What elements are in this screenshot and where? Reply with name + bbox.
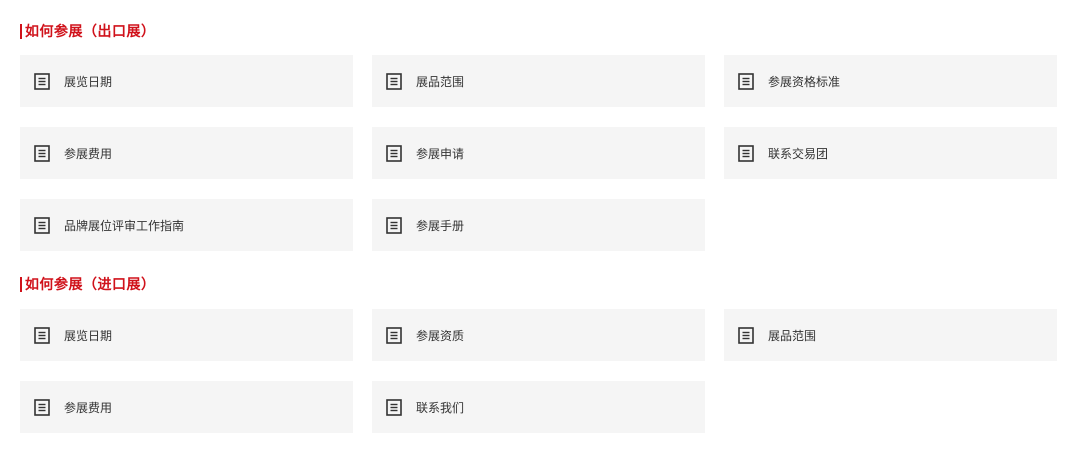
document-icon [738, 144, 754, 162]
link-card-import-product-scope[interactable]: 展品范围 [724, 309, 1057, 361]
document-icon [34, 216, 50, 234]
link-card-label: 展览日期 [64, 74, 113, 89]
link-card-label: 参展资质 [416, 328, 465, 343]
section-title-text: 如何参展（出口展） [25, 24, 156, 40]
document-icon [738, 72, 754, 90]
link-card-label: 联系交易团 [768, 146, 829, 161]
link-card-label: 参展资格标准 [768, 74, 841, 89]
document-icon [34, 326, 50, 344]
document-icon [386, 326, 402, 344]
link-card-import-fees[interactable]: 参展费用 [20, 381, 353, 433]
document-icon [34, 72, 50, 90]
section-title-export: 如何参展（出口展） [20, 22, 156, 40]
link-card-label: 展品范围 [768, 328, 817, 343]
section-title-text: 如何参展（进口展） [25, 277, 156, 293]
document-icon [386, 72, 402, 90]
document-icon [34, 398, 50, 416]
link-card-label: 参展申请 [416, 146, 465, 161]
export-links-grid: 展览日期 展品范围 参展资格标准 参展费用 参展申请 联系交易团 品牌展位评审工… [20, 55, 1057, 251]
document-icon [386, 144, 402, 162]
link-card-export-eligibility-criteria[interactable]: 参展资格标准 [724, 55, 1057, 107]
section-title-accent-bar [20, 276, 22, 292]
link-card-export-contact-delegation[interactable]: 联系交易团 [724, 127, 1057, 179]
section-title-accent-bar [20, 23, 22, 39]
link-card-label: 参展费用 [64, 400, 113, 415]
link-card-export-product-scope[interactable]: 展品范围 [372, 55, 705, 107]
section-title-import: 如何参展（进口展） [20, 275, 156, 293]
import-links-grid: 展览日期 参展资质 展品范围 参展费用 联系我们 [20, 309, 1057, 433]
link-card-import-qualification[interactable]: 参展资质 [372, 309, 705, 361]
link-card-export-fees[interactable]: 参展费用 [20, 127, 353, 179]
link-card-label: 品牌展位评审工作指南 [64, 218, 185, 233]
document-icon [386, 398, 402, 416]
link-card-export-exhibitor-manual[interactable]: 参展手册 [372, 199, 705, 251]
link-card-label: 参展费用 [64, 146, 113, 161]
link-card-import-contact-us[interactable]: 联系我们 [372, 381, 705, 433]
document-icon [34, 144, 50, 162]
link-card-label: 参展手册 [416, 218, 465, 233]
link-card-label: 联系我们 [416, 400, 465, 415]
document-icon [386, 216, 402, 234]
document-icon [738, 326, 754, 344]
link-card-label: 展品范围 [416, 74, 465, 89]
link-card-export-exhibition-dates[interactable]: 展览日期 [20, 55, 353, 107]
link-card-import-exhibition-dates[interactable]: 展览日期 [20, 309, 353, 361]
link-card-export-brand-booth-guide[interactable]: 品牌展位评审工作指南 [20, 199, 353, 251]
link-card-label: 展览日期 [64, 328, 113, 343]
link-card-export-application[interactable]: 参展申请 [372, 127, 705, 179]
